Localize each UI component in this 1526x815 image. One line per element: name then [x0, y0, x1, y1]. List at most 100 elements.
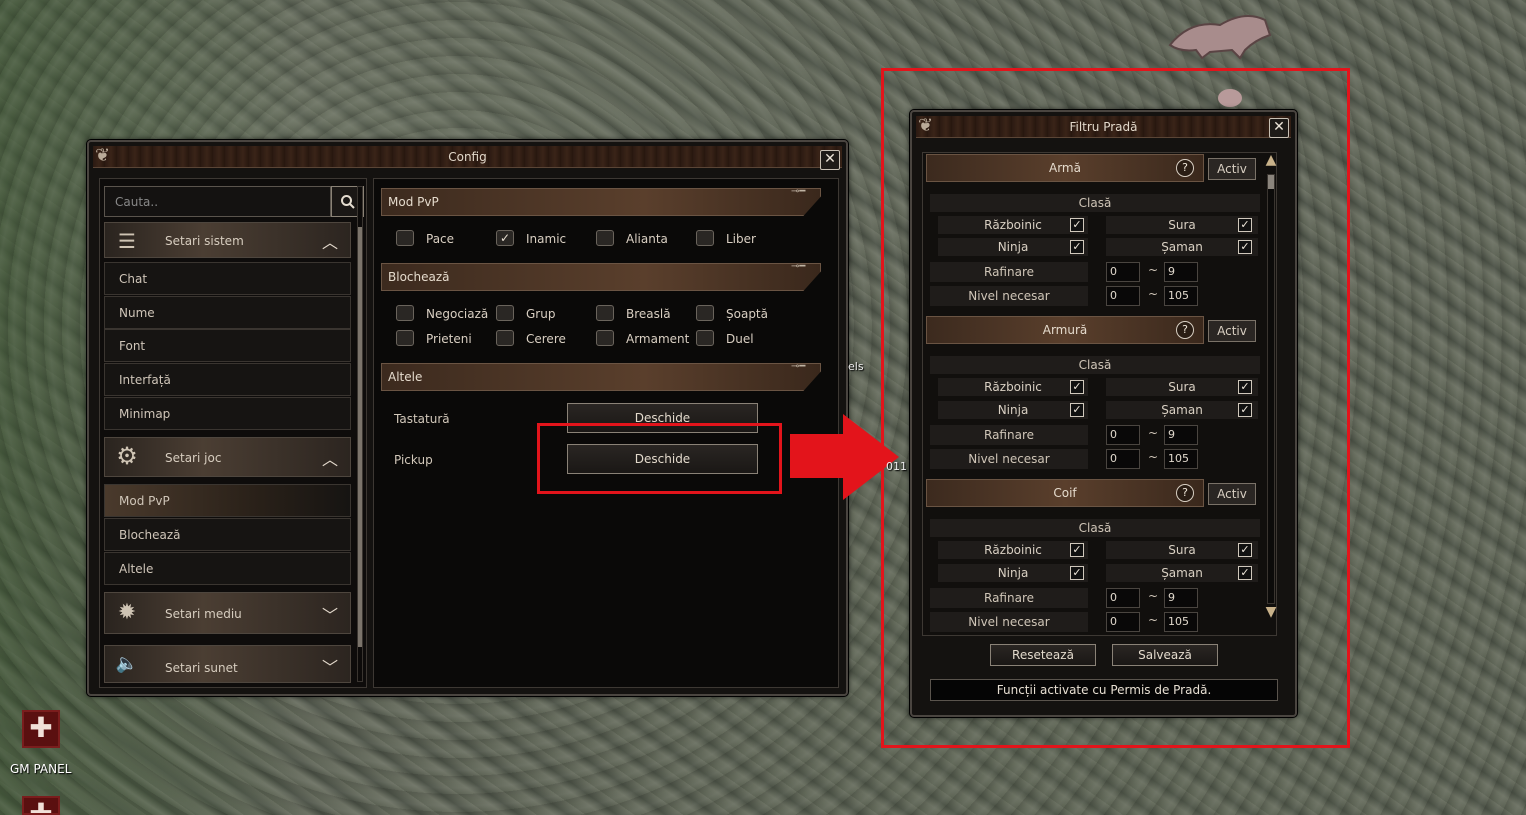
range-separator: ~ [1148, 589, 1159, 603]
help-icon[interactable]: ? [1176, 321, 1194, 339]
checkbox-liber[interactable] [696, 230, 714, 246]
search-input[interactable]: Cauta.. [104, 186, 331, 217]
label-prieteni: Prieteni [426, 332, 472, 346]
chevron-down-icon: ﹀ [321, 658, 338, 677]
category-setari-joc[interactable]: ⚙ Setari joc ︿ [104, 437, 351, 477]
category-label: Setari sistem [165, 234, 244, 248]
help-icon[interactable]: ? [1176, 159, 1194, 177]
item-header-armura: Armură [926, 316, 1204, 344]
class-sura: Sura [1106, 216, 1258, 234]
item-header-coif: Coif [926, 479, 1204, 507]
checkbox-alianta[interactable] [596, 230, 614, 246]
class-ninja: Ninja [938, 238, 1088, 256]
scrollbar-thumb[interactable] [358, 227, 362, 647]
nivel-max-input[interactable]: 105 [1164, 286, 1198, 306]
gm-panel-icon-2[interactable]: ✚ [22, 796, 60, 815]
range-separator: ~ [1148, 613, 1159, 627]
menu-item-blocheaza[interactable]: Blochează [104, 518, 351, 551]
category-label: Setari sunet [165, 661, 238, 675]
menu-item-chat[interactable]: Chat [104, 262, 351, 295]
gm-panel-icon[interactable]: ✚ [22, 710, 60, 748]
close-button[interactable]: ✕ [1269, 118, 1289, 138]
checkbox-razboinic[interactable]: ✓ [1070, 218, 1084, 232]
nivel-min-input[interactable]: 0 [1106, 286, 1140, 306]
label-nivel-necesar: Nivel necesar [930, 612, 1088, 632]
class-saman: Șaman [1106, 564, 1258, 582]
checkbox-sura[interactable]: ✓ [1238, 218, 1252, 232]
menu-item-font[interactable]: Font [104, 329, 351, 362]
checkbox-duel[interactable] [696, 330, 714, 346]
label-pace: Pace [426, 232, 455, 246]
label-pickup: Pickup [394, 453, 433, 467]
label-negociaza: Negociază [426, 307, 489, 321]
category-setari-sistem[interactable]: ☰ Setari sistem ︿ [104, 222, 351, 258]
checkbox-sura[interactable]: ✓ [1238, 543, 1252, 557]
config-titlebar[interactable]: ❦ Config [93, 146, 842, 168]
rafinare-min-input[interactable]: 0 [1106, 425, 1140, 445]
nivel-max-input[interactable]: 105 [1164, 612, 1198, 632]
checkbox-ninja[interactable]: ✓ [1070, 240, 1084, 254]
help-icon[interactable]: ? [1176, 484, 1194, 502]
class-saman: Șaman [1106, 401, 1258, 419]
sidebar-scrollbar[interactable] [357, 186, 363, 682]
checkbox-sura[interactable]: ✓ [1238, 380, 1252, 394]
status-message: Funcții activate cu Permis de Pradă. [930, 679, 1278, 701]
scroll-up-icon[interactable]: ▲ [1264, 152, 1278, 168]
rafinare-max-input[interactable]: 9 [1164, 425, 1198, 445]
checkbox-razboinic[interactable]: ✓ [1070, 543, 1084, 557]
slider-knob-icon: ⊸━ [791, 261, 806, 272]
checkbox-saman[interactable]: ✓ [1238, 566, 1252, 580]
checkbox-razboinic[interactable]: ✓ [1070, 380, 1084, 394]
loot-scrollbar[interactable]: ▲ ▼ [1264, 152, 1278, 628]
class-saman: Șaman [1106, 238, 1258, 256]
list-icon: ☰ [118, 229, 136, 253]
chevron-up-icon: ︿ [321, 233, 338, 252]
range-separator: ~ [1148, 450, 1159, 464]
save-button[interactable]: Salvează [1112, 644, 1218, 666]
close-button[interactable]: ✕ [820, 150, 840, 170]
checkbox-prieteni[interactable] [396, 330, 414, 346]
gear-icon: ⚙ [116, 442, 138, 470]
rafinare-min-input[interactable]: 0 [1106, 588, 1140, 608]
loot-title: Filtru Pradă [1069, 120, 1138, 134]
menu-item-nume[interactable]: Nume [104, 296, 351, 329]
nivel-min-input[interactable]: 0 [1106, 612, 1140, 632]
rafinare-max-input[interactable]: 9 [1164, 588, 1198, 608]
category-setari-sunet[interactable]: 🔈 Setari sunet ﹀ [104, 645, 351, 683]
checkbox-negociaza[interactable] [396, 305, 414, 321]
checkbox-inamic[interactable]: ✓ [496, 230, 514, 246]
activ-button-arma[interactable]: Activ [1208, 158, 1256, 180]
checkbox-armament[interactable] [596, 330, 614, 346]
nivel-min-input[interactable]: 0 [1106, 449, 1140, 469]
menu-item-interfata[interactable]: Interfață [104, 363, 351, 396]
checkbox-pace[interactable] [396, 230, 414, 246]
checkbox-breasla[interactable] [596, 305, 614, 321]
menu-item-altele[interactable]: Altele [104, 552, 351, 585]
checkbox-ninja[interactable]: ✓ [1070, 566, 1084, 580]
gm-panel-label: GM PANEL [10, 762, 72, 776]
menu-item-mod-pvp[interactable]: Mod PvP [104, 484, 351, 517]
label-armament: Armament [626, 332, 690, 346]
category-setari-mediu[interactable]: ✹ Setari mediu ﹀ [104, 592, 351, 634]
rafinare-min-input[interactable]: 0 [1106, 262, 1140, 282]
nivel-max-input[interactable]: 105 [1164, 449, 1198, 469]
reset-button[interactable]: Resetează [990, 644, 1096, 666]
checkbox-grup[interactable] [496, 305, 514, 321]
scroll-down-icon[interactable]: ▼ [1264, 604, 1278, 620]
activ-button-coif[interactable]: Activ [1208, 483, 1256, 505]
checkbox-ninja[interactable]: ✓ [1070, 403, 1084, 417]
loot-titlebar[interactable]: ❦ Filtru Pradă [916, 116, 1291, 138]
label-tastatura: Tastatură [394, 412, 450, 426]
arrow-right-icon [790, 434, 848, 478]
label-inamic: Inamic [526, 232, 567, 246]
checkbox-soapta[interactable] [696, 305, 714, 321]
activ-button-armura[interactable]: Activ [1208, 320, 1256, 342]
checkbox-saman[interactable]: ✓ [1238, 240, 1252, 254]
class-title: Clasă [930, 519, 1260, 537]
scrollbar-thumb[interactable] [1268, 175, 1274, 189]
rafinare-max-input[interactable]: 9 [1164, 262, 1198, 282]
checkbox-cerere[interactable] [496, 330, 514, 346]
scrollbar-track[interactable] [1267, 174, 1275, 604]
checkbox-saman[interactable]: ✓ [1238, 403, 1252, 417]
menu-item-minimap[interactable]: Minimap [104, 397, 351, 430]
